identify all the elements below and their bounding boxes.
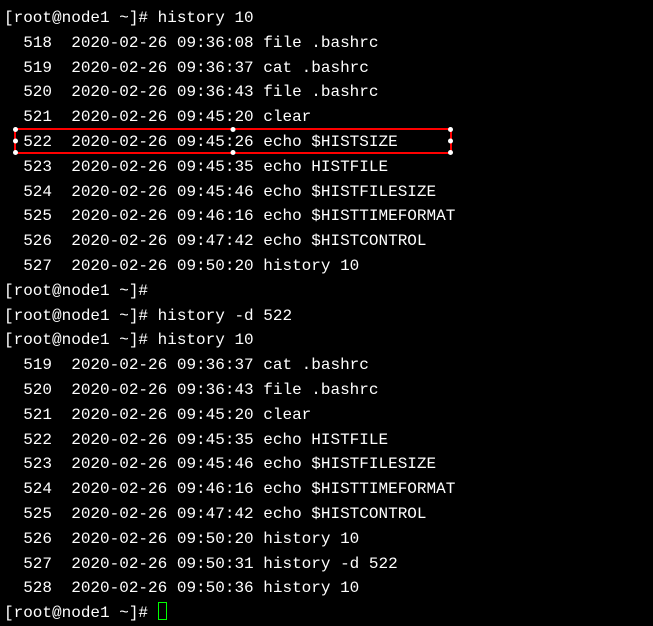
command-text: history -d 522 <box>158 307 292 325</box>
history-cmd: echo $HISTFILESIZE <box>263 183 436 201</box>
history-cmd: history 10 <box>263 257 359 275</box>
command-text: history 10 <box>158 331 254 349</box>
history-entry: 524 2020-02-26 09:46:16 echo $HISTTIMEFO… <box>4 477 649 502</box>
history-num: 525 <box>4 505 52 523</box>
history-cmd: history -d 522 <box>263 555 397 573</box>
shell-prompt: [root@node1 ~]# <box>4 282 158 300</box>
command-text: history 10 <box>158 9 254 27</box>
history-entry: 521 2020-02-26 09:45:20 clear <box>4 105 649 130</box>
history-ts: 2020-02-26 09:46:16 <box>71 207 253 225</box>
history-num: 524 <box>4 480 52 498</box>
history-num: 521 <box>4 108 52 126</box>
prompt-line-active[interactable]: [root@node1 ~]# <box>4 601 649 626</box>
history-ts: 2020-02-26 09:45:35 <box>71 431 253 449</box>
history-entry: 522 2020-02-26 09:45:35 echo HISTFILE <box>4 428 649 453</box>
prompt-line: [root@node1 ~]# history -d 522 <box>4 304 649 329</box>
history-cmd: cat .bashrc <box>263 59 369 77</box>
history-entry: 525 2020-02-26 09:46:16 echo $HISTTIMEFO… <box>4 204 649 229</box>
history-cmd: echo HISTFILE <box>263 431 388 449</box>
history-ts: 2020-02-26 09:36:43 <box>71 83 253 101</box>
history-entry: 527 2020-02-26 09:50:20 history 10 <box>4 254 649 279</box>
history-num: 528 <box>4 579 52 597</box>
history-num: 520 <box>4 83 52 101</box>
history-ts: 2020-02-26 09:36:37 <box>71 356 253 374</box>
history-num: 527 <box>4 555 52 573</box>
history-ts: 2020-02-26 09:47:42 <box>71 505 253 523</box>
history-ts: 2020-02-26 09:36:08 <box>71 34 253 52</box>
shell-prompt: [root@node1 ~]# <box>4 9 158 27</box>
terminal-output[interactable]: [root@node1 ~]# history 10 518 2020-02-2… <box>4 6 649 626</box>
history-cmd: file .bashrc <box>263 34 378 52</box>
history-cmd: echo $HISTFILESIZE <box>263 455 436 473</box>
history-cmd: echo $HISTCONTROL <box>263 232 426 250</box>
history-cmd: file .bashrc <box>263 83 378 101</box>
history-entry-highlighted: 522 2020-02-26 09:45:26 echo $HISTSIZE <box>4 130 649 155</box>
prompt-line: [root@node1 ~]# history 10 <box>4 328 649 353</box>
history-cmd: history 10 <box>263 530 359 548</box>
cursor-icon <box>158 602 167 620</box>
prompt-line: [root@node1 ~]# history 10 <box>4 6 649 31</box>
history-ts: 2020-02-26 09:45:35 <box>71 158 253 176</box>
history-cmd: echo $HISTTIMEFORMAT <box>263 480 455 498</box>
history-entry: 523 2020-02-26 09:45:35 echo HISTFILE <box>4 155 649 180</box>
history-cmd: echo $HISTSIZE <box>263 133 397 151</box>
shell-prompt: [root@node1 ~]# <box>4 307 158 325</box>
history-cmd: echo HISTFILE <box>263 158 388 176</box>
history-num: 522 <box>4 431 52 449</box>
history-ts: 2020-02-26 09:46:16 <box>71 480 253 498</box>
shell-prompt: [root@node1 ~]# <box>4 331 158 349</box>
history-num: 526 <box>4 530 52 548</box>
history-num: 523 <box>4 455 52 473</box>
history-cmd: history 10 <box>263 579 359 597</box>
history-num: 522 <box>4 133 52 151</box>
history-entry: 523 2020-02-26 09:45:46 echo $HISTFILESI… <box>4 452 649 477</box>
prompt-line: [root@node1 ~]# <box>4 279 649 304</box>
history-entry: 520 2020-02-26 09:36:43 file .bashrc <box>4 80 649 105</box>
history-num: 521 <box>4 406 52 424</box>
history-ts: 2020-02-26 09:50:20 <box>71 530 253 548</box>
history-cmd: file .bashrc <box>263 381 378 399</box>
history-entry: 519 2020-02-26 09:36:37 cat .bashrc <box>4 353 649 378</box>
history-entry: 521 2020-02-26 09:45:20 clear <box>4 403 649 428</box>
history-ts: 2020-02-26 09:45:20 <box>71 406 253 424</box>
history-entry: 520 2020-02-26 09:36:43 file .bashrc <box>4 378 649 403</box>
history-num: 527 <box>4 257 52 275</box>
history-entry: 527 2020-02-26 09:50:31 history -d 522 <box>4 552 649 577</box>
history-entry: 526 2020-02-26 09:50:20 history 10 <box>4 527 649 552</box>
history-entry: 528 2020-02-26 09:50:36 history 10 <box>4 576 649 601</box>
history-entry: 525 2020-02-26 09:47:42 echo $HISTCONTRO… <box>4 502 649 527</box>
history-ts: 2020-02-26 09:50:31 <box>71 555 253 573</box>
history-entry: 524 2020-02-26 09:45:46 echo $HISTFILESI… <box>4 180 649 205</box>
history-num: 525 <box>4 207 52 225</box>
history-num: 520 <box>4 381 52 399</box>
history-cmd: clear <box>263 108 311 126</box>
history-num: 519 <box>4 59 52 77</box>
history-num: 523 <box>4 158 52 176</box>
history-ts: 2020-02-26 09:36:43 <box>71 381 253 399</box>
history-num: 524 <box>4 183 52 201</box>
history-ts: 2020-02-26 09:50:36 <box>71 579 253 597</box>
history-cmd: echo $HISTCONTROL <box>263 505 426 523</box>
history-ts: 2020-02-26 09:45:26 <box>71 133 253 151</box>
history-ts: 2020-02-26 09:50:20 <box>71 257 253 275</box>
history-cmd: echo $HISTTIMEFORMAT <box>263 207 455 225</box>
history-cmd: cat .bashrc <box>263 356 369 374</box>
history-num: 518 <box>4 34 52 52</box>
history-num: 526 <box>4 232 52 250</box>
history-entry: 519 2020-02-26 09:36:37 cat .bashrc <box>4 56 649 81</box>
history-ts: 2020-02-26 09:45:20 <box>71 108 253 126</box>
history-entry: 526 2020-02-26 09:47:42 echo $HISTCONTRO… <box>4 229 649 254</box>
history-num: 519 <box>4 356 52 374</box>
history-ts: 2020-02-26 09:45:46 <box>71 183 253 201</box>
history-cmd: clear <box>263 406 311 424</box>
history-ts: 2020-02-26 09:47:42 <box>71 232 253 250</box>
shell-prompt: [root@node1 ~]# <box>4 604 158 622</box>
history-entry: 518 2020-02-26 09:36:08 file .bashrc <box>4 31 649 56</box>
history-ts: 2020-02-26 09:36:37 <box>71 59 253 77</box>
history-ts: 2020-02-26 09:45:46 <box>71 455 253 473</box>
